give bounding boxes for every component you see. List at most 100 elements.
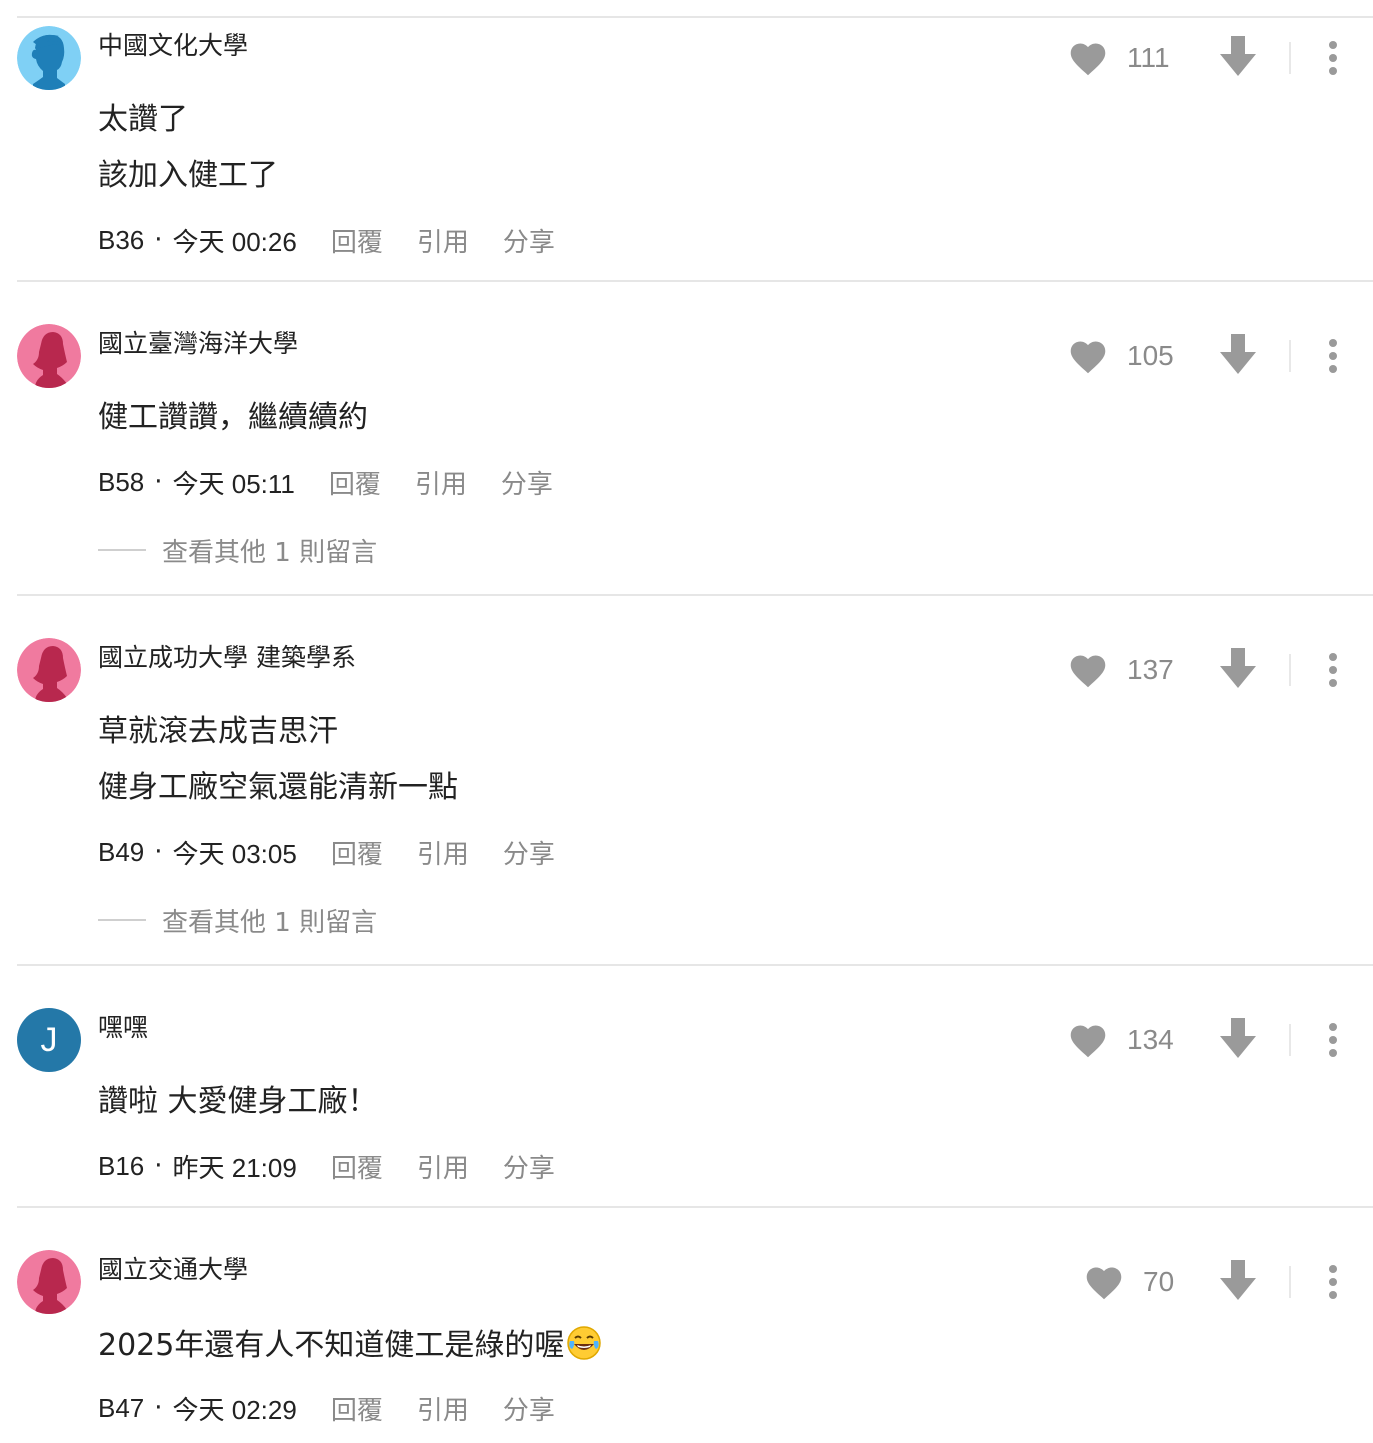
like-count: 70	[1143, 1266, 1175, 1297]
timestamp: 昨天 21:09	[172, 1152, 297, 1183]
author-name[interactable]: 嘿嘿	[98, 1008, 148, 1044]
comment-text-line: 讚啦 大愛健身工廠！	[98, 1084, 378, 1119]
male-avatar-icon[interactable]	[17, 26, 81, 90]
like-button[interactable]: 105	[1067, 337, 1181, 375]
quote-button[interactable]: 引用	[417, 1148, 469, 1185]
comment-meta: B36 · 今天 00:26 回覆 引用 分享	[98, 220, 555, 260]
comment-text-line: 草就滾去成吉思汗	[98, 714, 338, 749]
quote-button[interactable]: 引用	[417, 834, 469, 871]
like-count: 111	[1127, 42, 1170, 73]
like-count: 134	[1127, 1024, 1174, 1055]
more-options-icon[interactable]	[1329, 41, 1337, 75]
timestamp: 今天 03:05	[172, 838, 297, 869]
quote-button[interactable]: 引用	[417, 222, 469, 259]
comment-meta: B49 · 今天 03:05 回覆 引用 分享	[98, 832, 555, 872]
comment-text-line: 健工讚讚，繼續續約	[98, 400, 368, 435]
author-name[interactable]: 中國文化大學	[98, 26, 248, 62]
comment-item: J 嘿嘿 讚啦 大愛健身工廠！ B16 · 昨天 21:09 回覆 引用 分享 …	[0, 1000, 1373, 1206]
meta-separator: ·	[154, 467, 163, 497]
comment-list: 中國文化大學 太讚了 該加入健工了 B36 · 今天 00:26 回覆 引用 分…	[0, 0, 1373, 1443]
view-more-replies-label: 查看其他 1 則留言	[162, 537, 378, 568]
female-avatar-icon[interactable]	[17, 324, 81, 388]
quote-button[interactable]: 引用	[415, 464, 467, 501]
downvote-button[interactable]	[1219, 36, 1257, 80]
comment-controls: 70	[1083, 1260, 1349, 1304]
comment-item: 中國文化大學 太讚了 該加入健工了 B36 · 今天 00:26 回覆 引用 分…	[0, 18, 1373, 280]
comment-controls: 111	[1067, 36, 1349, 80]
reply-button[interactable]: 回覆	[331, 222, 383, 259]
reply-button[interactable]: 回覆	[331, 834, 383, 871]
comment-controls: 137	[1067, 648, 1349, 692]
view-more-replies-link[interactable]: 查看其他 1 則留言	[98, 900, 377, 940]
heart-icon	[1070, 655, 1106, 688]
share-button[interactable]: 分享	[503, 1148, 555, 1185]
heart-icon	[1086, 1267, 1122, 1300]
comment-controls: 105	[1067, 334, 1349, 378]
divider	[17, 1206, 1373, 1208]
floor-number: B47	[98, 1392, 145, 1423]
more-options-icon[interactable]	[1329, 653, 1337, 687]
meta-separator: ·	[154, 1151, 163, 1181]
author-name[interactable]: 國立成功大學 建築學系	[98, 638, 356, 674]
timestamp: 今天 02:29	[172, 1394, 297, 1425]
female-avatar-icon[interactable]	[17, 1250, 81, 1314]
author-name[interactable]: 國立臺灣海洋大學	[98, 324, 298, 360]
downvote-button[interactable]	[1219, 648, 1257, 692]
floor-number: B36	[98, 224, 145, 255]
vertical-divider	[1289, 1266, 1291, 1298]
timestamp: 今天 05:11	[172, 468, 295, 499]
divider	[17, 964, 1373, 966]
floor-number: B16	[98, 1150, 145, 1181]
arrow-down-icon	[1220, 1018, 1256, 1058]
arrow-down-icon	[1220, 1260, 1256, 1300]
comment-item: 國立成功大學 建築學系 草就滾去成吉思汗 健身工廠空氣還能清新一點 B49 · …	[0, 630, 1373, 964]
comment-item: 國立臺灣海洋大學 健工讚讚，繼續續約 B58 · 今天 05:11 回覆 引用 …	[0, 316, 1373, 594]
share-button[interactable]: 分享	[503, 1390, 555, 1427]
view-more-replies-link[interactable]: 查看其他 1 則留言	[98, 530, 377, 570]
vertical-divider	[1289, 1024, 1291, 1056]
reply-line-decoration	[98, 549, 146, 551]
arrow-down-icon	[1220, 36, 1256, 76]
like-count: 137	[1127, 654, 1174, 685]
divider	[17, 594, 1373, 596]
like-count: 105	[1127, 340, 1174, 371]
quote-button[interactable]: 引用	[417, 1390, 469, 1427]
vertical-divider	[1289, 654, 1291, 686]
comment-text-line: 該加入健工了	[98, 158, 278, 193]
like-button[interactable]: 70	[1083, 1263, 1181, 1301]
share-button[interactable]: 分享	[503, 222, 555, 259]
heart-icon	[1070, 1025, 1106, 1058]
vertical-divider	[1289, 340, 1291, 372]
letter-avatar[interactable]: J	[17, 1008, 81, 1072]
view-more-replies-label: 查看其他 1 則留言	[162, 907, 378, 938]
downvote-button[interactable]	[1219, 1260, 1257, 1304]
author-name[interactable]: 國立交通大學	[98, 1250, 248, 1286]
comment-controls: 134	[1067, 1018, 1349, 1062]
like-button[interactable]: 111	[1067, 39, 1181, 77]
reply-button[interactable]: 回覆	[331, 1148, 383, 1185]
divider	[17, 280, 1373, 282]
comment-item: 國立交通大學 2025年還有人不知道健工是綠的喔 B47 · 今天 02:29 …	[0, 1242, 1373, 1442]
reply-button[interactable]: 回覆	[329, 464, 381, 501]
female-avatar-icon[interactable]	[17, 638, 81, 702]
arrow-down-icon	[1220, 334, 1256, 374]
meta-separator: ·	[154, 837, 163, 867]
share-button[interactable]: 分享	[501, 464, 553, 501]
meta-separator: ·	[154, 225, 163, 255]
more-options-icon[interactable]	[1329, 1023, 1337, 1057]
downvote-button[interactable]	[1219, 334, 1257, 378]
like-button[interactable]: 134	[1067, 1021, 1181, 1059]
vertical-divider	[1289, 42, 1291, 74]
like-button[interactable]: 137	[1067, 651, 1181, 689]
timestamp: 今天 00:26	[172, 226, 297, 257]
more-options-icon[interactable]	[1329, 1265, 1337, 1299]
downvote-button[interactable]	[1219, 1018, 1257, 1062]
share-button[interactable]: 分享	[503, 834, 555, 871]
comment-meta: B16 · 昨天 21:09 回覆 引用 分享	[98, 1146, 555, 1186]
floor-number: B58	[98, 466, 145, 497]
comment-text-line: 2025年還有人不知道健工是綠的喔	[98, 1328, 565, 1363]
comment-meta: B58 · 今天 05:11 回覆 引用 分享	[98, 462, 553, 502]
more-options-icon[interactable]	[1329, 339, 1337, 373]
reply-button[interactable]: 回覆	[331, 1390, 383, 1427]
reply-line-decoration	[98, 919, 146, 921]
